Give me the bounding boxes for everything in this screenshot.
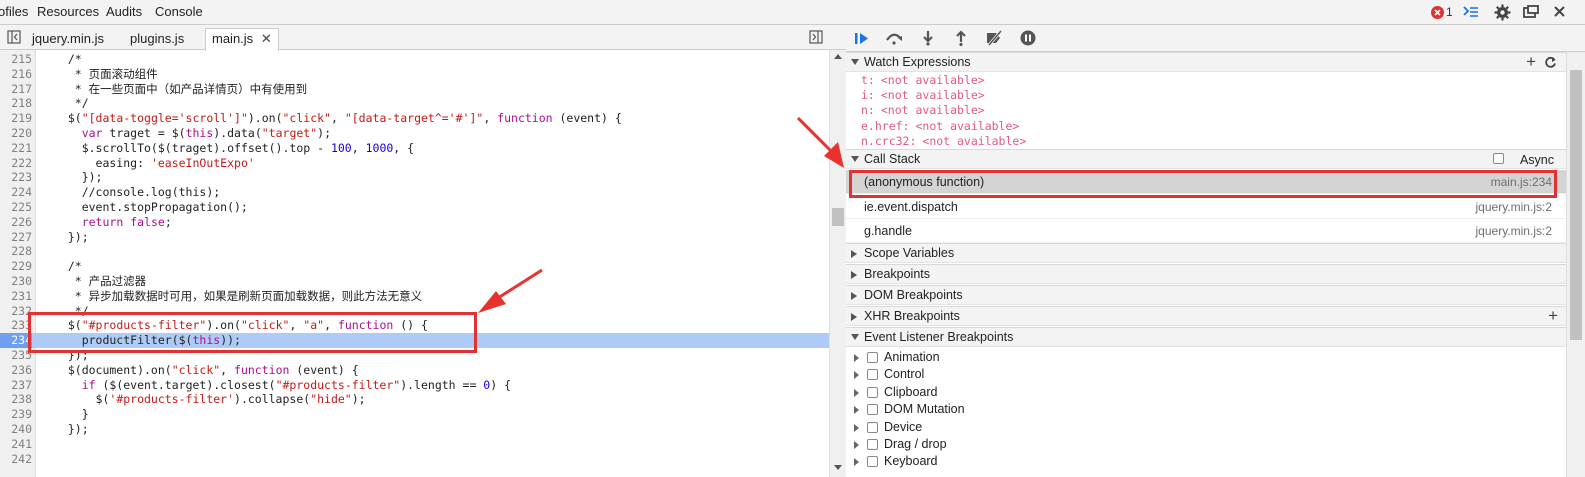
annotation-arrows: [478, 116, 844, 313]
arrow-to-code: [478, 268, 543, 313]
arrow-to-callstack: [796, 116, 844, 168]
